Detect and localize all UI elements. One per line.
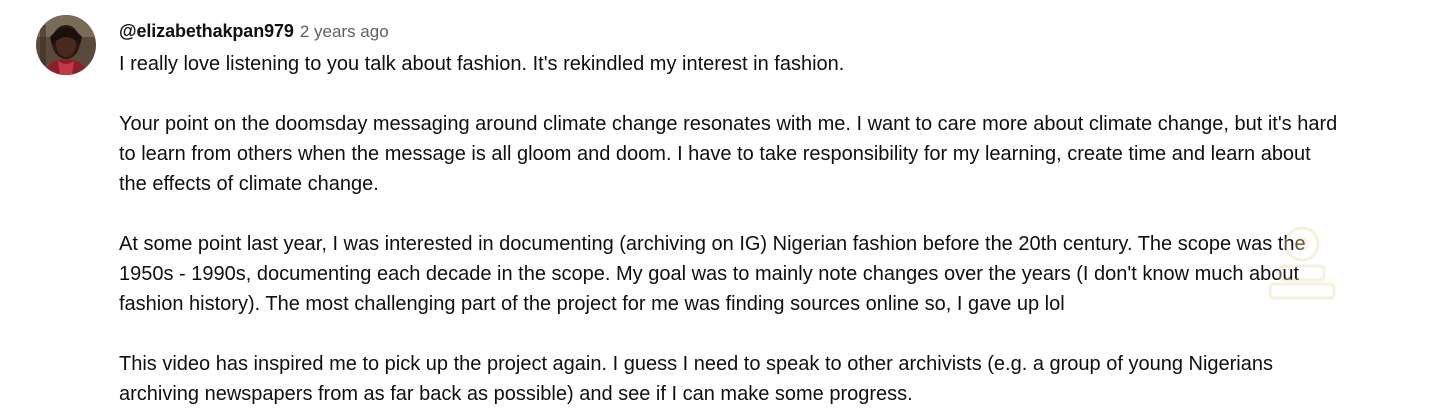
comment-timestamp[interactable]: 2 years ago xyxy=(300,22,389,41)
comment-paragraph: At some point last year, I was intereste… xyxy=(119,233,1306,315)
comment-paragraph: Your point on the doomsday messaging aro… xyxy=(119,113,1338,195)
comment-header: @elizabethakpan979 2 years ago xyxy=(119,19,389,43)
comment-thread: @elizabethakpan979 2 years ago I really l… xyxy=(0,0,1456,417)
comment-paragraph: I really love listening to you talk abou… xyxy=(119,53,845,75)
faint-watermark-logo-icon xyxy=(1262,222,1340,304)
comment-body: I really love listening to you talk abou… xyxy=(119,49,1409,409)
avatar[interactable] xyxy=(36,15,96,75)
comment-paragraph: This video has inspired me to pick up th… xyxy=(119,353,1273,405)
comment-author[interactable]: @elizabethakpan979 xyxy=(119,21,294,41)
user-avatar-photo-icon xyxy=(36,15,96,75)
